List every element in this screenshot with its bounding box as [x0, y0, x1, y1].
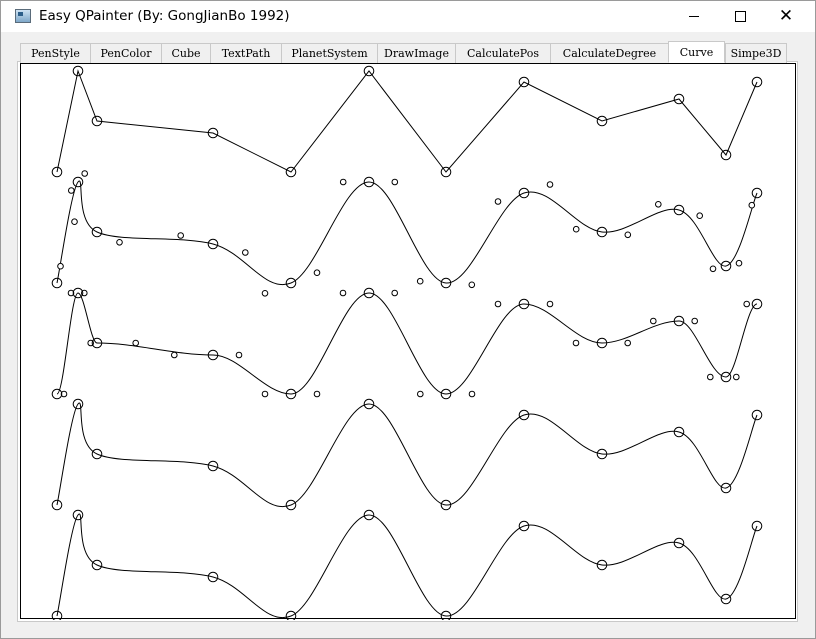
control-point-row-3-18 — [650, 317, 657, 325]
control-point-row-2-13 — [468, 281, 476, 289]
control-point-row-2-17 — [624, 231, 632, 239]
control-point-row-2-15 — [546, 181, 554, 188]
app-window-icon — [15, 9, 31, 23]
control-point-row-3-11 — [391, 289, 399, 297]
tab-calculatepos[interactable]: CalculatePos — [455, 43, 550, 63]
control-point-row-3-17 — [624, 339, 632, 347]
control-point-row-3-20 — [707, 373, 714, 381]
control-point-row-2-12 — [416, 277, 424, 285]
curve-line-row-1 — [56, 69, 758, 173]
control-point-row-2-1 — [57, 262, 64, 270]
control-point-row-3-19 — [691, 317, 699, 325]
control-point-row-2-7 — [242, 249, 249, 256]
control-point-row-2-3 — [81, 170, 89, 177]
maximize-icon — [734, 11, 746, 22]
close-icon: ✕ — [778, 6, 794, 26]
curve-line-row-2 — [56, 180, 758, 286]
curve-plot — [51, 65, 763, 620]
minimize-icon — [689, 16, 699, 17]
control-point-row-2-9 — [313, 269, 321, 276]
tab-textpath[interactable]: TextPath — [210, 43, 281, 63]
tab-curve[interactable]: Curve — [668, 41, 725, 63]
window-title: Easy QPainter (By: GongJianBo 1992) — [39, 8, 290, 24]
minimize-button[interactable] — [671, 1, 717, 32]
control-point-row-2-2 — [68, 187, 75, 194]
control-point-row-2-5 — [116, 239, 123, 246]
control-point-row-2-21 — [735, 259, 743, 267]
control-point-row-3-22 — [743, 300, 751, 308]
control-point-row-2-11 — [391, 178, 399, 186]
control-point-row-3-7 — [235, 351, 243, 359]
control-point-row-3-14 — [494, 300, 502, 308]
control-point-row-3-5 — [132, 339, 139, 347]
control-point-row-2-20 — [709, 265, 717, 273]
control-point-row-3-13 — [468, 390, 476, 398]
control-point-row-3-16 — [572, 339, 580, 347]
tab-drawimage[interactable]: DrawImage — [377, 43, 455, 63]
control-point-row-2-18 — [655, 201, 662, 208]
tab-calculatedegree[interactable]: CalculateDegree — [550, 43, 668, 63]
control-point-row-2-19 — [696, 212, 704, 219]
curve-line-row-5 — [56, 513, 758, 619]
app-window: Easy QPainter (By: GongJianBo 1992) ✕ Pe… — [0, 0, 816, 639]
control-point-row-2-22 — [748, 201, 756, 209]
control-point-row-2-14 — [494, 198, 502, 205]
control-point-row-3-10 — [339, 289, 347, 297]
control-point-row-3-8 — [261, 390, 269, 398]
tab-bar: PenStyle PenColor Cube TextPath PlanetSy… — [20, 41, 787, 63]
control-point-row-2-10 — [339, 178, 347, 186]
tab-simpe3d[interactable]: Simpe3D — [725, 43, 787, 63]
control-point-row-3-6 — [171, 351, 178, 359]
curve-canvas — [20, 63, 796, 620]
control-point-row-3-15 — [546, 300, 554, 308]
tab-planetsystem[interactable]: PlanetSystem — [281, 43, 377, 63]
title-bar[interactable]: Easy QPainter (By: GongJianBo 1992) ✕ — [1, 1, 815, 32]
control-point-row-2-16 — [572, 225, 580, 233]
control-point-row-3-9 — [313, 390, 321, 398]
tab-penstyle[interactable]: PenStyle — [20, 43, 90, 63]
control-point-row-3-21 — [733, 373, 740, 381]
curve-line-row-3 — [56, 292, 758, 395]
close-button[interactable]: ✕ — [763, 1, 809, 32]
control-point-row-2-4 — [71, 218, 78, 225]
control-point-row-2-6 — [177, 232, 184, 239]
tab-cube[interactable]: Cube — [161, 43, 210, 63]
control-point-row-3-12 — [417, 390, 424, 398]
tab-pencolor[interactable]: PenColor — [90, 43, 161, 63]
maximize-button[interactable] — [717, 1, 763, 32]
curve-line-row-4 — [56, 402, 758, 508]
control-point-row-2-8 — [261, 290, 269, 297]
